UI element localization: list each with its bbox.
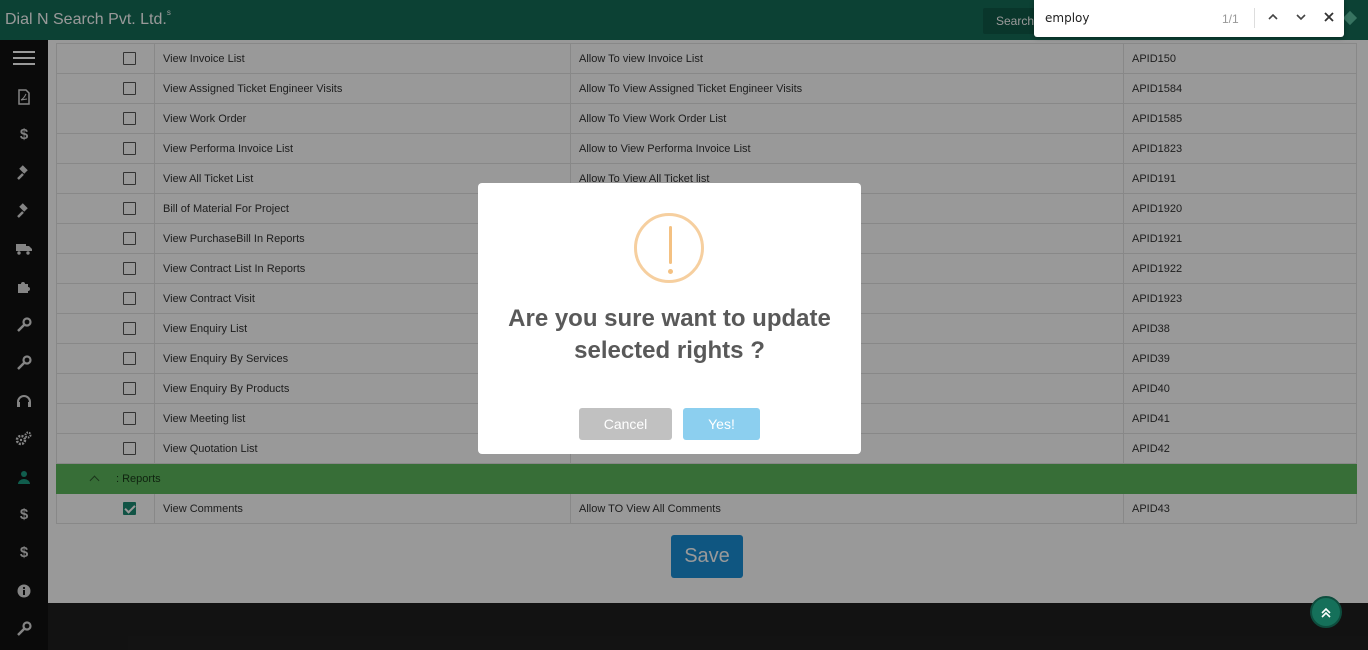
- warning-icon: [634, 213, 704, 283]
- chevron-down-icon: [1296, 14, 1306, 21]
- scroll-to-top-button[interactable]: [1310, 596, 1342, 628]
- find-close-button[interactable]: [1319, 8, 1339, 28]
- confirm-button[interactable]: Yes!: [683, 408, 760, 440]
- close-icon: [1324, 12, 1334, 22]
- cancel-button[interactable]: Cancel: [579, 408, 672, 440]
- find-divider: [1254, 8, 1255, 28]
- chevron-up-icon: [1268, 13, 1278, 20]
- double-chevron-up-icon: [1321, 607, 1331, 618]
- find-previous-button[interactable]: [1263, 8, 1283, 28]
- find-next-button[interactable]: [1291, 8, 1311, 28]
- find-match-count: 1/1: [1222, 12, 1239, 26]
- find-in-page-bar: employ 1/1: [1034, 0, 1344, 37]
- find-input[interactable]: employ: [1045, 11, 1089, 25]
- confirm-dialog: Are you sure want to update selected rig…: [478, 183, 861, 454]
- dialog-title: Are you sure want to update selected rig…: [508, 305, 831, 364]
